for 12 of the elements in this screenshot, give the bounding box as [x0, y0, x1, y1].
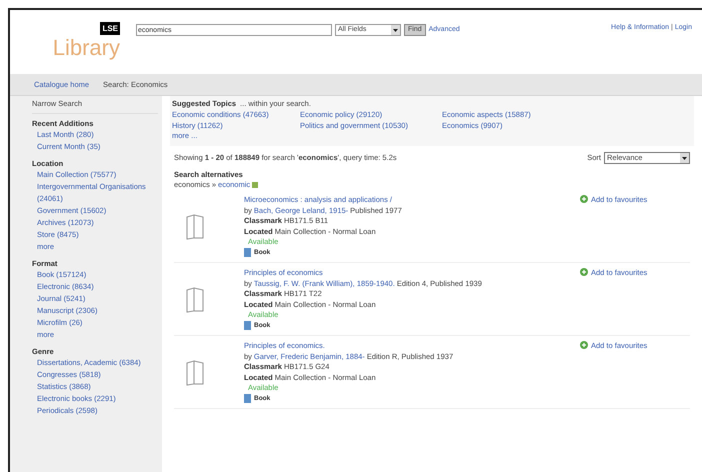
book-cover-icon: [186, 286, 204, 312]
book-format-icon: [244, 321, 251, 330]
logo-text: Library: [52, 35, 120, 61]
book-format-icon: [244, 248, 251, 258]
book-cover-icon: [186, 360, 204, 386]
rss-icon: [252, 182, 258, 188]
add-icon: [580, 268, 588, 276]
book-format-icon: [244, 394, 251, 404]
add-icon: [580, 341, 588, 349]
book-cover-icon: [186, 214, 204, 240]
logo-mark: LSE: [100, 22, 120, 35]
add-icon: [580, 195, 588, 203]
